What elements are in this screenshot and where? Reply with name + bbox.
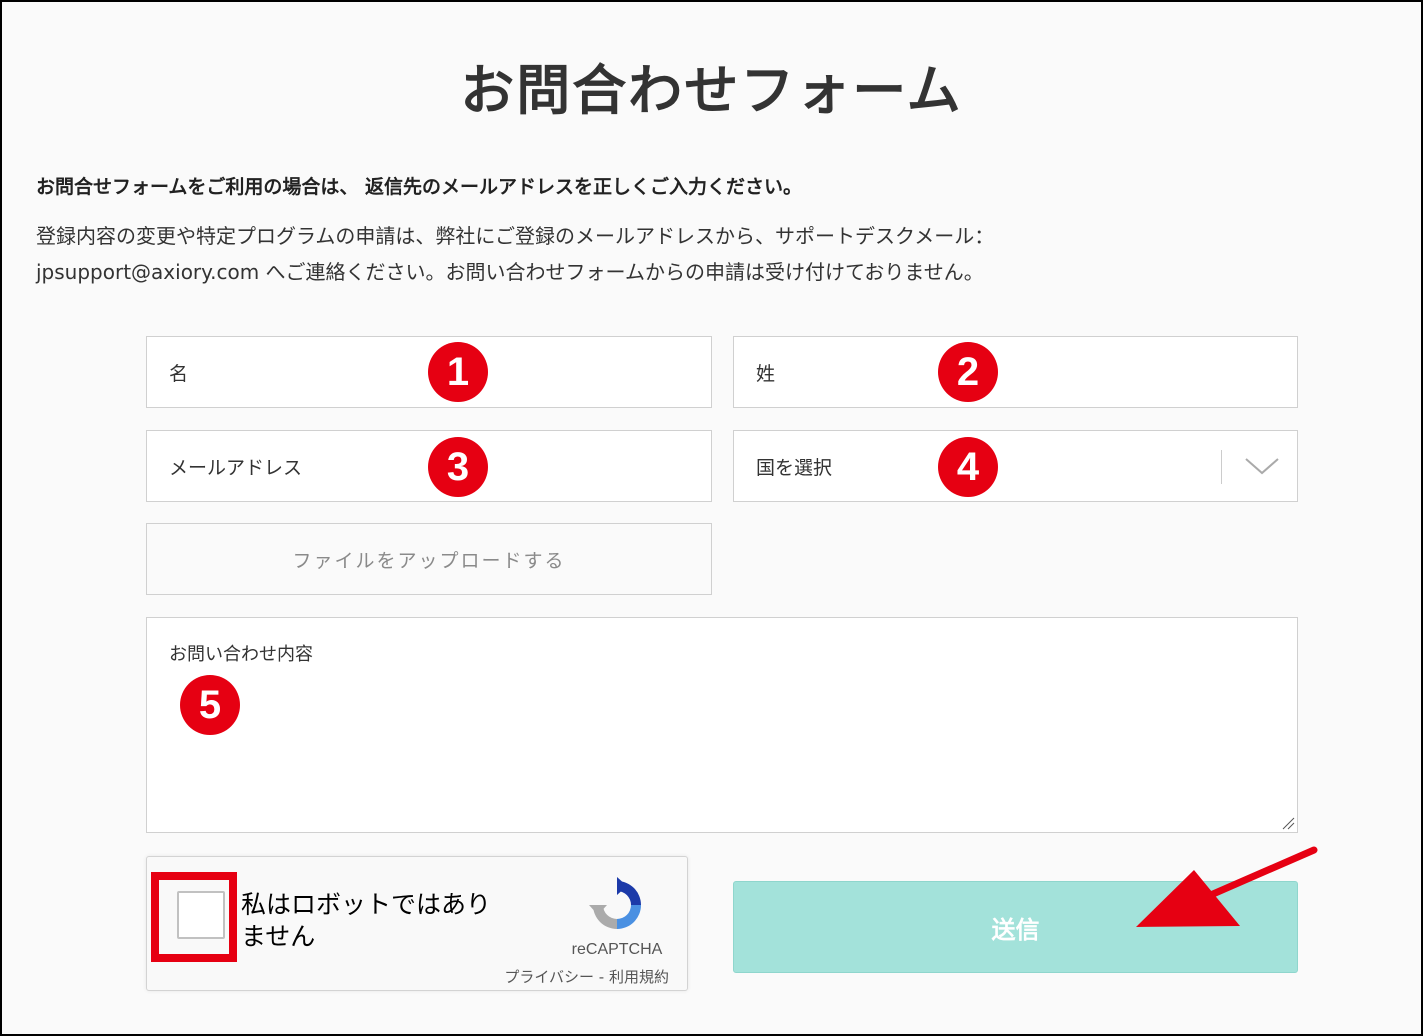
- chevron-down-icon[interactable]: [1242, 451, 1282, 481]
- recaptcha-label: 私はロボットではありません: [241, 890, 492, 951]
- last-name-placeholder: 姓: [756, 362, 776, 385]
- recaptcha-checkbox[interactable]: [177, 891, 225, 939]
- country-select[interactable]: 国を選択: [733, 430, 1298, 502]
- recaptcha-links[interactable]: プライバシー - 利用規約: [473, 966, 669, 987]
- recaptcha-brand: reCAPTCHA: [571, 941, 663, 958]
- notice-line-2: jpsupport@axiory.com へご連絡ください。お問い合わせフォーム…: [36, 260, 984, 284]
- annotation-badge-4: 4: [938, 437, 998, 497]
- recaptcha-logo-icon: [589, 877, 641, 929]
- page-title: お問合わせフォーム: [460, 59, 963, 122]
- country-placeholder: 国を選択: [756, 456, 833, 479]
- recaptcha-widget: 私はロボットではありません reCAPTCHA プライバシー - 利用規約: [146, 856, 688, 991]
- email-placeholder: メールアドレス: [169, 456, 303, 479]
- upload-file-button[interactable]: ファイルをアップロードする: [146, 523, 712, 595]
- notice-text: 登録内容の変更や特定プログラムの申請は、弊社にご登録のメールアドレスから、サポー…: [36, 218, 1216, 290]
- notice-heading: お問合せフォームをご利用の場合は、 返信先のメールアドレスを正しくご入力ください…: [36, 176, 803, 198]
- notice-line-1: 登録内容の変更や特定プログラムの申請は、弊社にご登録のメールアドレスから、サポー…: [36, 224, 995, 248]
- resize-handle-icon[interactable]: [1281, 816, 1295, 830]
- annotation-badge-3: 3: [428, 437, 488, 497]
- first-name-placeholder: 名: [169, 362, 189, 385]
- message-textarea[interactable]: お問い合わせ内容: [146, 617, 1298, 833]
- annotation-badge-2: 2: [938, 342, 998, 402]
- select-separator: [1221, 450, 1222, 484]
- annotation-badge-1: 1: [428, 342, 488, 402]
- annotation-arrow-icon: [1136, 846, 1318, 927]
- annotation-badge-5: 5: [180, 675, 240, 735]
- last-name-field[interactable]: 姓: [733, 336, 1298, 408]
- checkbox-highlight-frame: [151, 872, 237, 962]
- message-placeholder: お問い合わせ内容: [169, 644, 313, 665]
